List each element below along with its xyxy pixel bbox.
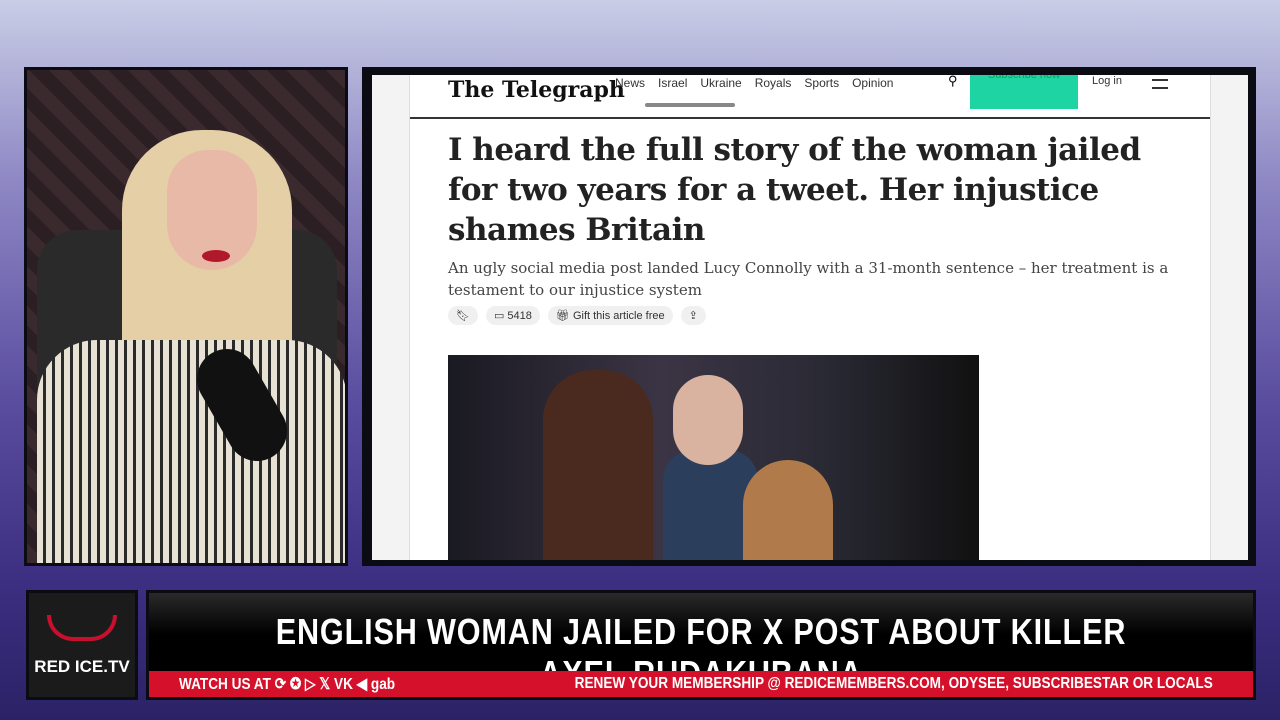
channel-name: RED ICE.TV — [34, 657, 130, 676]
comment-icon: ▭ — [493, 310, 508, 322]
article-photo — [448, 355, 979, 560]
subscribe-button[interactable]: Subscribe now — [970, 75, 1078, 109]
channel-logo: RED ICE.TV — [26, 590, 138, 700]
presenter-webcam — [24, 67, 348, 566]
telegraph-logo[interactable]: The Telegraph — [448, 77, 625, 103]
menu-icon[interactable] — [1152, 79, 1168, 89]
gift-icon: 🎁︎ — [555, 310, 573, 322]
nav-sports[interactable]: Sports — [804, 76, 839, 90]
share-icon[interactable]: ⇪ — [680, 306, 706, 325]
nav-news[interactable]: News — [615, 76, 645, 90]
nav-opinion[interactable]: Opinion — [852, 76, 893, 90]
nav-royals[interactable]: Royals — [755, 76, 792, 90]
nav-scrollbar[interactable] — [645, 103, 735, 107]
bookmark-icon[interactable]: 🔖︎ — [448, 306, 478, 325]
nav-ukraine[interactable]: Ukraine — [700, 76, 741, 90]
renew-membership-text: RENEW YOUR MEMBERSHIP @ REDICEMEMBERS.CO… — [574, 675, 1213, 692]
watch-us-text: WATCH US AT ⟳ ✪ ▷ 𝕏 VK ◀ gab — [179, 676, 396, 693]
viking-ship-icon — [47, 615, 117, 641]
nav-israel[interactable]: Israel — [658, 76, 687, 90]
ticker-strip: WATCH US AT ⟳ ✪ ▷ 𝕏 VK ◀ gab RENEW YOUR … — [149, 671, 1253, 697]
article-screenshot: The Telegraph News Israel Ukraine Royals… — [362, 67, 1256, 566]
gift-article-button[interactable]: 🎁︎ Gift this article free — [547, 306, 673, 325]
search-icon[interactable]: ⚲ — [948, 75, 958, 89]
article-headline: I heard the full story of the woman jail… — [448, 132, 1141, 248]
article-standfirst: An ugly social media post landed Lucy Co… — [448, 259, 1169, 299]
login-link[interactable]: Log in — [1092, 75, 1122, 87]
site-nav: The Telegraph News Israel Ukraine Royals… — [410, 75, 1210, 119]
comments-button[interactable]: ▭ 5418 — [485, 306, 540, 325]
lower-third-banner: ENGLISH WOMAN JAILED FOR X POST ABOUT KI… — [146, 590, 1256, 700]
gift-label: Gift this article free — [572, 310, 665, 322]
comment-count: 5418 — [507, 310, 532, 322]
